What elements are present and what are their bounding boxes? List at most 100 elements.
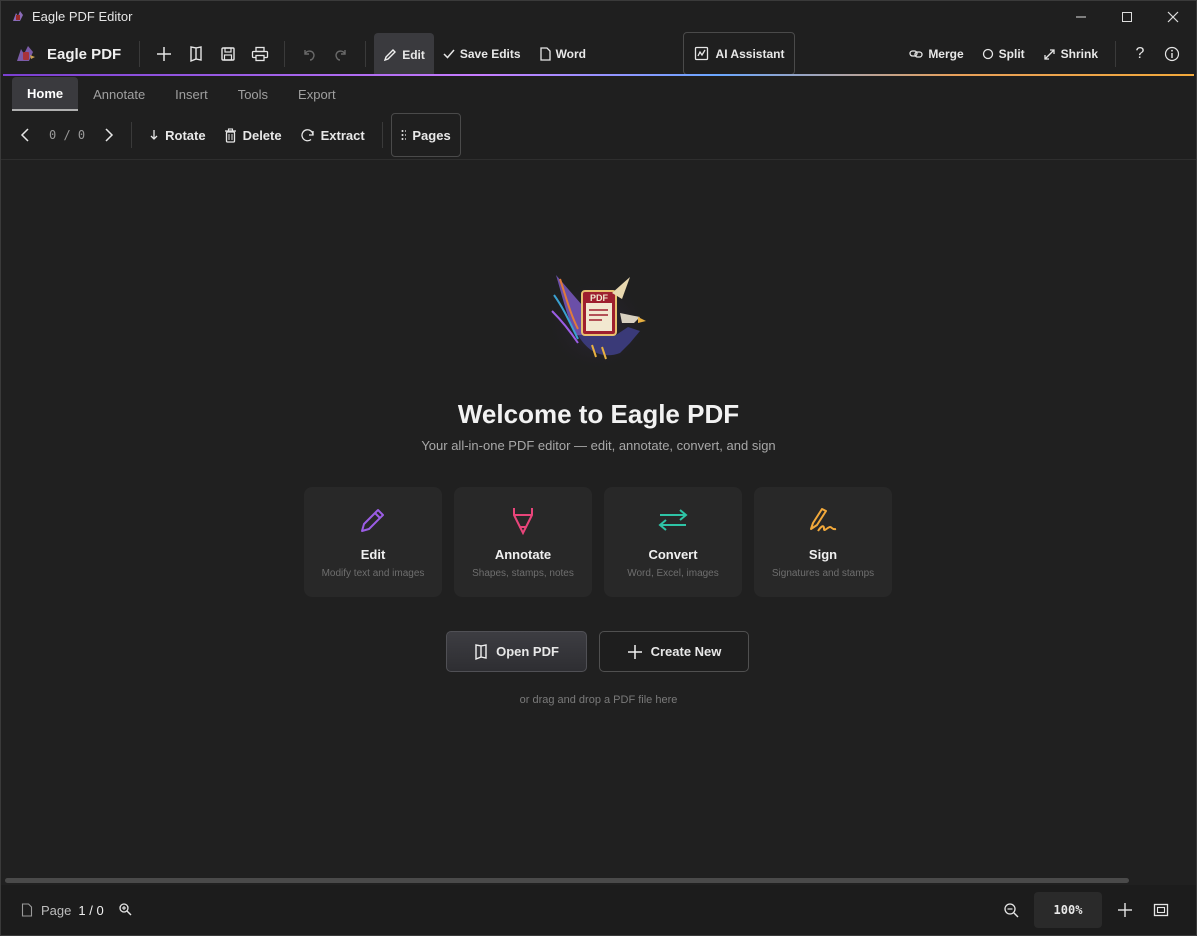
document-area: PDF Welcome to Eagle PDF Your all-in-one… — [1, 161, 1196, 875]
open-book-icon — [190, 46, 202, 63]
plus-icon — [1118, 903, 1132, 917]
horizontal-scrollbar[interactable] — [1, 875, 1196, 885]
page-icon — [21, 903, 33, 917]
help-button[interactable]: ? — [1124, 38, 1156, 70]
eagle-logo-icon — [10, 8, 26, 24]
fit-page-button[interactable] — [1146, 895, 1176, 925]
print-button[interactable] — [244, 38, 276, 70]
close-icon — [1167, 11, 1179, 22]
tab-export[interactable]: Export — [283, 77, 351, 111]
divider — [381, 122, 383, 148]
page-value: 1 / 0 — [78, 902, 104, 918]
home-ribbon: 0 / 0 Rotate Delete Extract Pages — [1, 111, 1196, 160]
pages-label: Pages — [412, 127, 451, 143]
page-label: Page — [41, 902, 72, 918]
open-pdf-label: Open PDF — [496, 644, 559, 659]
save-edits-label: Save Edits — [459, 47, 521, 61]
rotate-button[interactable]: Rotate — [140, 113, 214, 157]
word-label: Word — [555, 47, 587, 61]
zoom-out-icon — [1004, 903, 1019, 918]
edit-mode-button[interactable]: Edit — [374, 33, 434, 76]
window-title: Eagle PDF Editor — [32, 8, 133, 24]
action-buttons: Open PDF Create New — [446, 631, 749, 672]
document-icon — [539, 47, 551, 61]
delete-button[interactable]: Delete — [215, 113, 291, 157]
card-desc: Word, Excel, images — [627, 568, 719, 579]
rotate-arrow-icon — [150, 130, 158, 140]
card-title: Annotate — [494, 547, 552, 562]
welcome-title: Welcome to Eagle PDF — [457, 399, 740, 429]
trash-icon — [224, 127, 236, 143]
zoom-out-button[interactable] — [996, 895, 1026, 925]
refresh-icon — [300, 128, 314, 141]
word-button[interactable]: Word — [530, 33, 595, 75]
list-icon — [401, 130, 407, 140]
page-zoom-button[interactable] — [118, 902, 132, 919]
redo-button[interactable] — [325, 38, 357, 70]
extract-label: Extract — [320, 127, 365, 143]
edit-label: Edit — [402, 47, 425, 62]
minimize-button[interactable] — [1058, 1, 1104, 32]
card-title: Convert — [648, 547, 698, 562]
shrink-label: Shrink — [1060, 47, 1098, 61]
tab-home[interactable]: Home — [12, 77, 79, 111]
feature-cards: Edit Modify text and images Annotate Sha… — [304, 487, 892, 597]
split-label: Split — [998, 47, 1025, 61]
swap-arrows-icon — [658, 509, 688, 531]
split-button[interactable]: Split — [973, 33, 1034, 75]
shrink-button[interactable]: Shrink — [1034, 33, 1107, 75]
save-button[interactable] — [212, 38, 244, 70]
tab-tools[interactable]: Tools — [223, 77, 283, 111]
resize-arrows-icon — [1044, 48, 1055, 60]
maximize-button[interactable] — [1104, 1, 1150, 32]
divider — [284, 41, 286, 67]
undo-button[interactable] — [293, 38, 325, 70]
open-pdf-button[interactable]: Open PDF — [446, 631, 587, 672]
prev-page-button[interactable] — [13, 123, 37, 147]
divider — [131, 122, 133, 148]
merge-button[interactable]: Merge — [900, 33, 972, 75]
tab-annotate[interactable]: Annotate — [78, 77, 160, 111]
open-book-icon — [475, 643, 487, 660]
card-sign[interactable]: Sign Signatures and stamps — [754, 487, 892, 597]
pages-button[interactable]: Pages — [390, 113, 461, 157]
card-desc: Signatures and stamps — [771, 568, 875, 579]
card-convert[interactable]: Convert Word, Excel, images — [604, 487, 742, 597]
delete-label: Delete — [242, 127, 282, 143]
save-edits-button[interactable]: Save Edits — [434, 33, 530, 75]
chevron-right-icon — [105, 128, 114, 142]
pencil-icon — [361, 509, 384, 532]
scrollbar-thumb[interactable] — [5, 878, 1129, 883]
accent-gradient-line — [3, 74, 1194, 76]
create-new-button[interactable]: Create New — [599, 631, 749, 672]
card-desc: Shapes, stamps, notes — [472, 568, 574, 579]
info-button[interactable] — [1156, 38, 1188, 70]
zoom-in-button[interactable] — [1110, 895, 1140, 925]
card-edit[interactable]: Edit Modify text and images — [304, 487, 442, 597]
highlighter-icon — [513, 508, 533, 535]
extract-button[interactable]: Extract — [291, 113, 374, 157]
divider — [1115, 41, 1116, 67]
tab-insert[interactable]: Insert — [160, 77, 223, 111]
create-new-label: Create New — [650, 644, 722, 659]
brand[interactable]: Eagle PDF — [15, 43, 121, 65]
info-icon — [1164, 46, 1180, 62]
rotate-label: Rotate — [165, 127, 206, 143]
close-button[interactable] — [1150, 1, 1196, 32]
divider — [139, 41, 141, 67]
zoom-level[interactable]: 100% — [1034, 892, 1102, 928]
page-counter: 0 / 0 — [49, 128, 86, 142]
open-button[interactable] — [180, 38, 212, 70]
divider — [365, 41, 367, 67]
maximize-icon — [1122, 11, 1132, 22]
redo-icon — [335, 50, 346, 61]
new-button[interactable] — [148, 38, 180, 70]
card-title: Edit — [360, 547, 386, 562]
save-icon — [221, 47, 235, 61]
ribbon-tabs: Home Annotate Insert Tools Export — [1, 77, 1196, 111]
card-annotate[interactable]: Annotate Shapes, stamps, notes — [454, 487, 592, 597]
ai-assistant-button[interactable]: AI Assistant — [683, 32, 795, 75]
title-bar: Eagle PDF Editor — [0, 0, 1197, 31]
status-bar: Page 1 / 0 100% — [1, 885, 1196, 935]
next-page-button[interactable] — [97, 123, 121, 147]
